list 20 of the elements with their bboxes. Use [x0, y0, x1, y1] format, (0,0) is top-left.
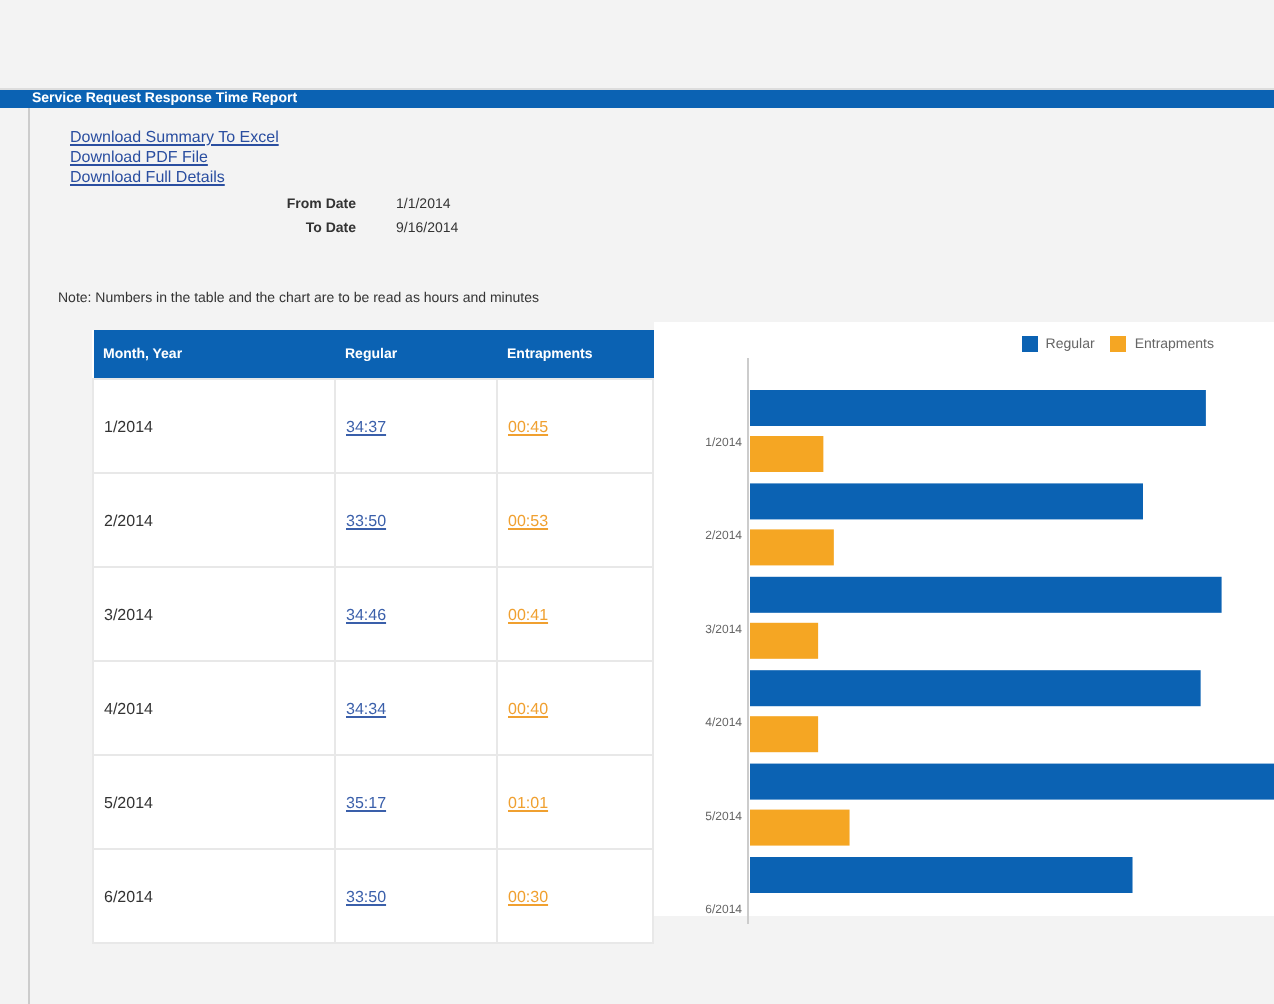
regular-link[interactable]: 34:46 — [346, 605, 387, 623]
bar — [750, 436, 824, 472]
download-link[interactable]: Download Summary To Excel — [70, 128, 279, 148]
bar — [750, 809, 850, 846]
month-cell: 3/2014 — [104, 605, 153, 623]
regular-link[interactable]: 35:17 — [346, 793, 387, 811]
download-link[interactable]: Download Full Details — [70, 168, 225, 188]
regular-link[interactable]: 33:50 — [346, 511, 387, 529]
bar — [750, 529, 834, 566]
month-cell: 6/2014 — [104, 887, 153, 905]
download-link[interactable]: Download PDF File — [70, 148, 208, 168]
regular-link[interactable]: 34:37 — [346, 417, 387, 435]
regular-link[interactable]: 34:34 — [346, 699, 387, 717]
month-cell: 2/2014 — [104, 511, 153, 529]
regular-link[interactable]: 33:50 — [346, 887, 387, 905]
month-cell: 1/2014 — [104, 417, 153, 435]
month-cell: 4/2014 — [104, 699, 153, 717]
bar — [750, 716, 819, 753]
bar — [750, 622, 819, 659]
month-cell: 5/2014 — [104, 793, 153, 811]
